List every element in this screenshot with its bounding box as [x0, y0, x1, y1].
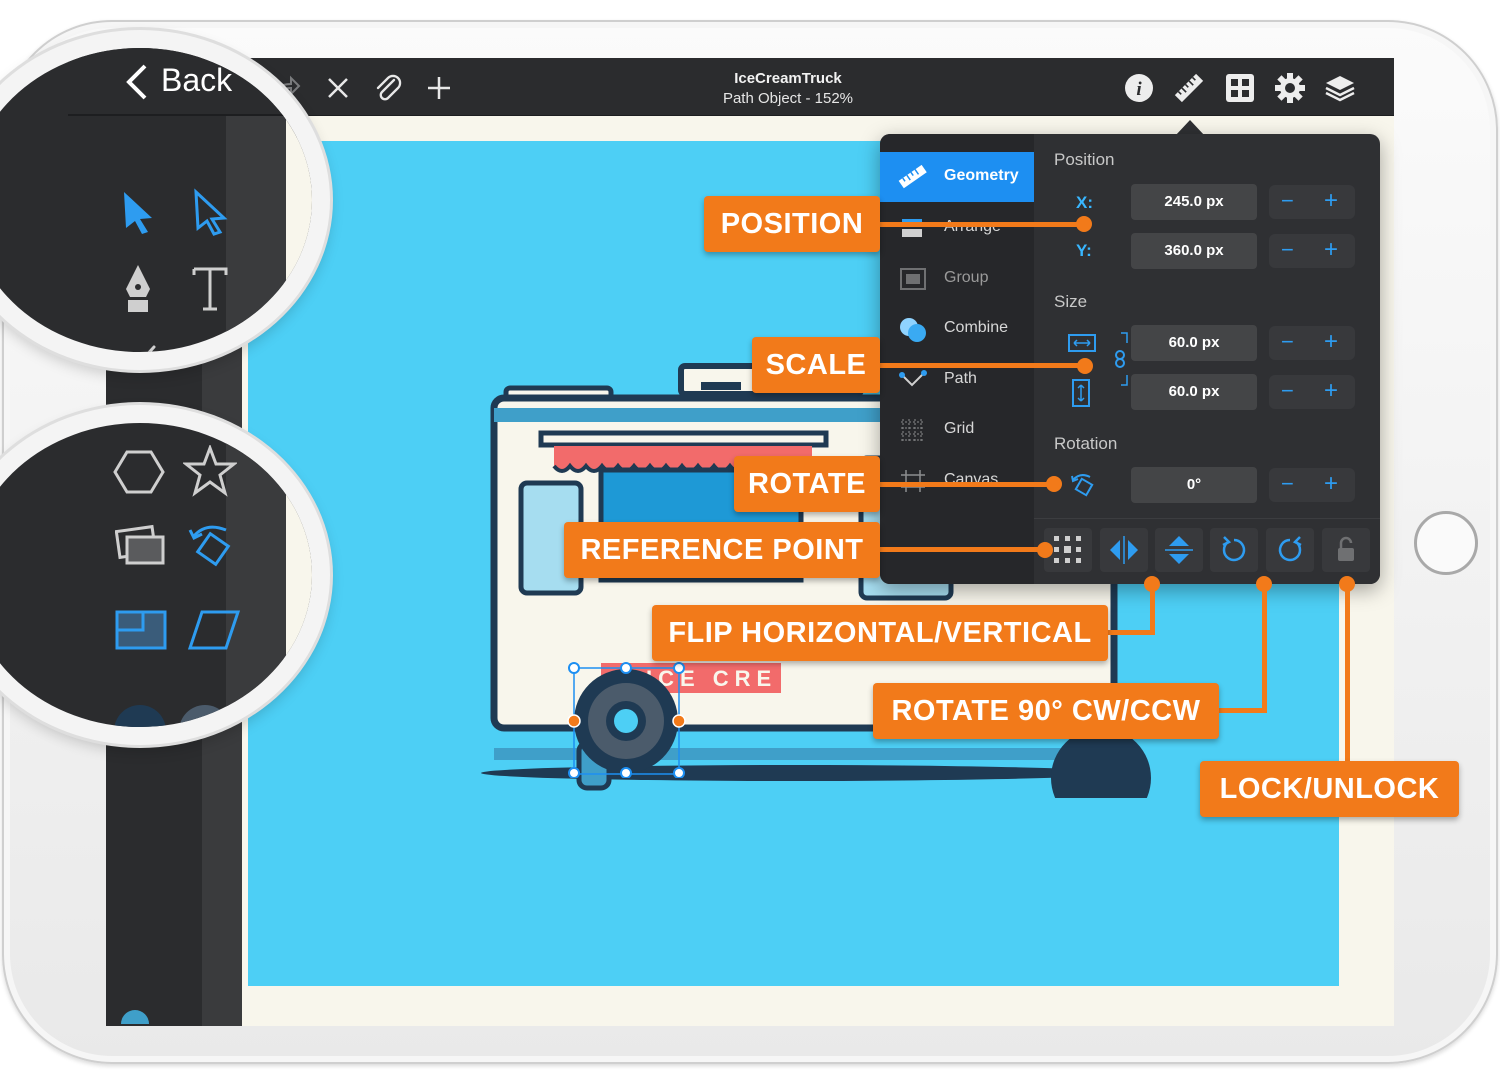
callout-position: POSITION [704, 196, 880, 252]
back-button[interactable]: Back [123, 60, 263, 104]
home-button[interactable] [1414, 511, 1478, 575]
tab-group-label: Group [944, 269, 989, 286]
rotate-leader-line [880, 482, 1056, 487]
y-label: Y: [1076, 241, 1092, 260]
rotate-cw-button[interactable] [1266, 528, 1314, 572]
tab-combine-label: Combine [944, 319, 1009, 336]
height-stepper[interactable]: − + [1269, 375, 1355, 409]
width-icon [1067, 332, 1097, 359]
scale-leader-dot [1077, 358, 1093, 374]
tab-arrange-label: Arrange [944, 218, 1001, 236]
tab-geometry-label: Geometry [944, 167, 1019, 184]
hexagon-tool-icon[interactable] [113, 448, 165, 501]
toolbar-magnifier-bottom [0, 405, 330, 745]
decrement-icon[interactable]: − [1281, 239, 1294, 261]
lock-button[interactable] [1322, 528, 1370, 572]
magnifier-strip [226, 116, 286, 352]
svg-text:i: i [1136, 79, 1142, 100]
rotate90-leader-line-horizontal [1218, 708, 1267, 713]
lock-leader-line [1345, 584, 1350, 764]
resize-tool-icon[interactable] [113, 608, 169, 657]
decrement-icon[interactable]: − [1281, 331, 1294, 353]
rotate-tool-icon[interactable] [186, 520, 238, 579]
flip-vertical-button[interactable] [1155, 528, 1203, 572]
position-section-label: Position [1054, 150, 1115, 169]
rotate-leader-dot [1046, 476, 1062, 492]
text-tool-icon[interactable] [190, 263, 230, 320]
rotate90-leader-line-vertical [1262, 584, 1267, 712]
tab-canvas[interactable]: Canvas [880, 456, 1034, 506]
increment-icon[interactable]: + [1324, 189, 1338, 213]
callout-reference-point: REFERENCE POINT [564, 522, 880, 578]
tab-grid-label: Grid [944, 420, 975, 437]
layers-icon[interactable] [1324, 72, 1356, 104]
callout-lock: LOCK/UNLOCK [1200, 761, 1459, 817]
callout-rotate-90: ROTATE 90° CW/CCW [873, 683, 1219, 739]
skew-tool-icon[interactable] [186, 608, 242, 657]
callout-rotate: ROTATE [734, 456, 880, 512]
image-tool-icon[interactable] [114, 523, 167, 574]
increment-icon[interactable]: + [1324, 472, 1338, 496]
tab-geometry[interactable]: Geometry [880, 152, 1034, 202]
decrement-icon[interactable]: − [1281, 473, 1294, 495]
selected-wheel[interactable] [566, 658, 686, 778]
star-tool-icon[interactable] [181, 443, 239, 502]
gear-icon[interactable] [1274, 72, 1306, 104]
tab-combine[interactable]: Combine [880, 304, 1034, 354]
panel-tabs: Geometry Arrange Group Combine Path Grid [880, 134, 1034, 584]
tab-group[interactable]: Group [880, 254, 1034, 304]
info-icon[interactable]: i [1123, 72, 1155, 104]
increment-icon[interactable]: + [1324, 379, 1338, 403]
position-leader-line [880, 222, 1084, 227]
direct-select-icon[interactable] [190, 188, 230, 241]
callout-flip: FLIP HORIZONTAL/VERTICAL [652, 605, 1108, 661]
flip-horizontal-button[interactable] [1100, 528, 1148, 572]
color-swatch-icon[interactable] [114, 691, 235, 727]
reference-point-leader-dot [1037, 542, 1053, 558]
callout-scale: SCALE [752, 337, 880, 393]
flip-leader-line-horizontal [1108, 630, 1155, 635]
geometry-panel: Geometry Arrange Group Combine Path Grid [880, 134, 1380, 584]
flip-leader-line-vertical [1150, 584, 1155, 634]
grid-icon[interactable] [1224, 72, 1256, 104]
toolbar-magnifier-top: Back [0, 30, 330, 370]
rotation-field[interactable]: 0° [1131, 467, 1257, 503]
y-position-field[interactable]: 360.0 px [1131, 233, 1257, 269]
x-label: X: [1076, 193, 1093, 212]
decrement-icon[interactable]: − [1281, 190, 1294, 212]
pencil-tool-icon[interactable] [130, 343, 160, 352]
height-icon [1070, 378, 1092, 413]
color-swatch-icon[interactable] [120, 1004, 150, 1026]
position-leader-dot [1076, 216, 1092, 232]
ruler-icon[interactable] [1173, 72, 1205, 104]
width-field[interactable]: 60.0 px [1131, 325, 1257, 361]
rotate-ccw-button[interactable] [1210, 528, 1258, 572]
increment-icon[interactable]: + [1324, 330, 1338, 354]
increment-icon[interactable]: + [1324, 238, 1338, 262]
scale-leader-line [880, 363, 1085, 368]
tab-path-label: Path [944, 370, 977, 387]
x-stepper[interactable]: − + [1269, 185, 1355, 219]
width-stepper[interactable]: − + [1269, 326, 1355, 360]
tab-grid[interactable]: Grid [880, 405, 1034, 455]
rotate-icon [1068, 470, 1098, 505]
tab-arrange[interactable]: Arrange [880, 203, 1034, 253]
rotation-section-label: Rotation [1054, 434, 1118, 453]
stage: ICE CRE IceCreamTruck Path Object - 152%… [0, 0, 1500, 1084]
height-field[interactable]: 60.0 px [1131, 374, 1257, 410]
rotation-stepper[interactable]: − + [1269, 468, 1355, 502]
back-label: Back [161, 62, 233, 98]
y-stepper[interactable]: − + [1269, 234, 1355, 268]
decrement-icon[interactable]: − [1281, 380, 1294, 402]
pen-tool-icon[interactable] [118, 263, 158, 320]
select-arrow-icon[interactable] [118, 188, 158, 241]
reference-point-leader-line [880, 547, 1046, 552]
x-position-field[interactable]: 245.0 px [1131, 184, 1257, 220]
size-section-label: Size [1054, 292, 1088, 311]
